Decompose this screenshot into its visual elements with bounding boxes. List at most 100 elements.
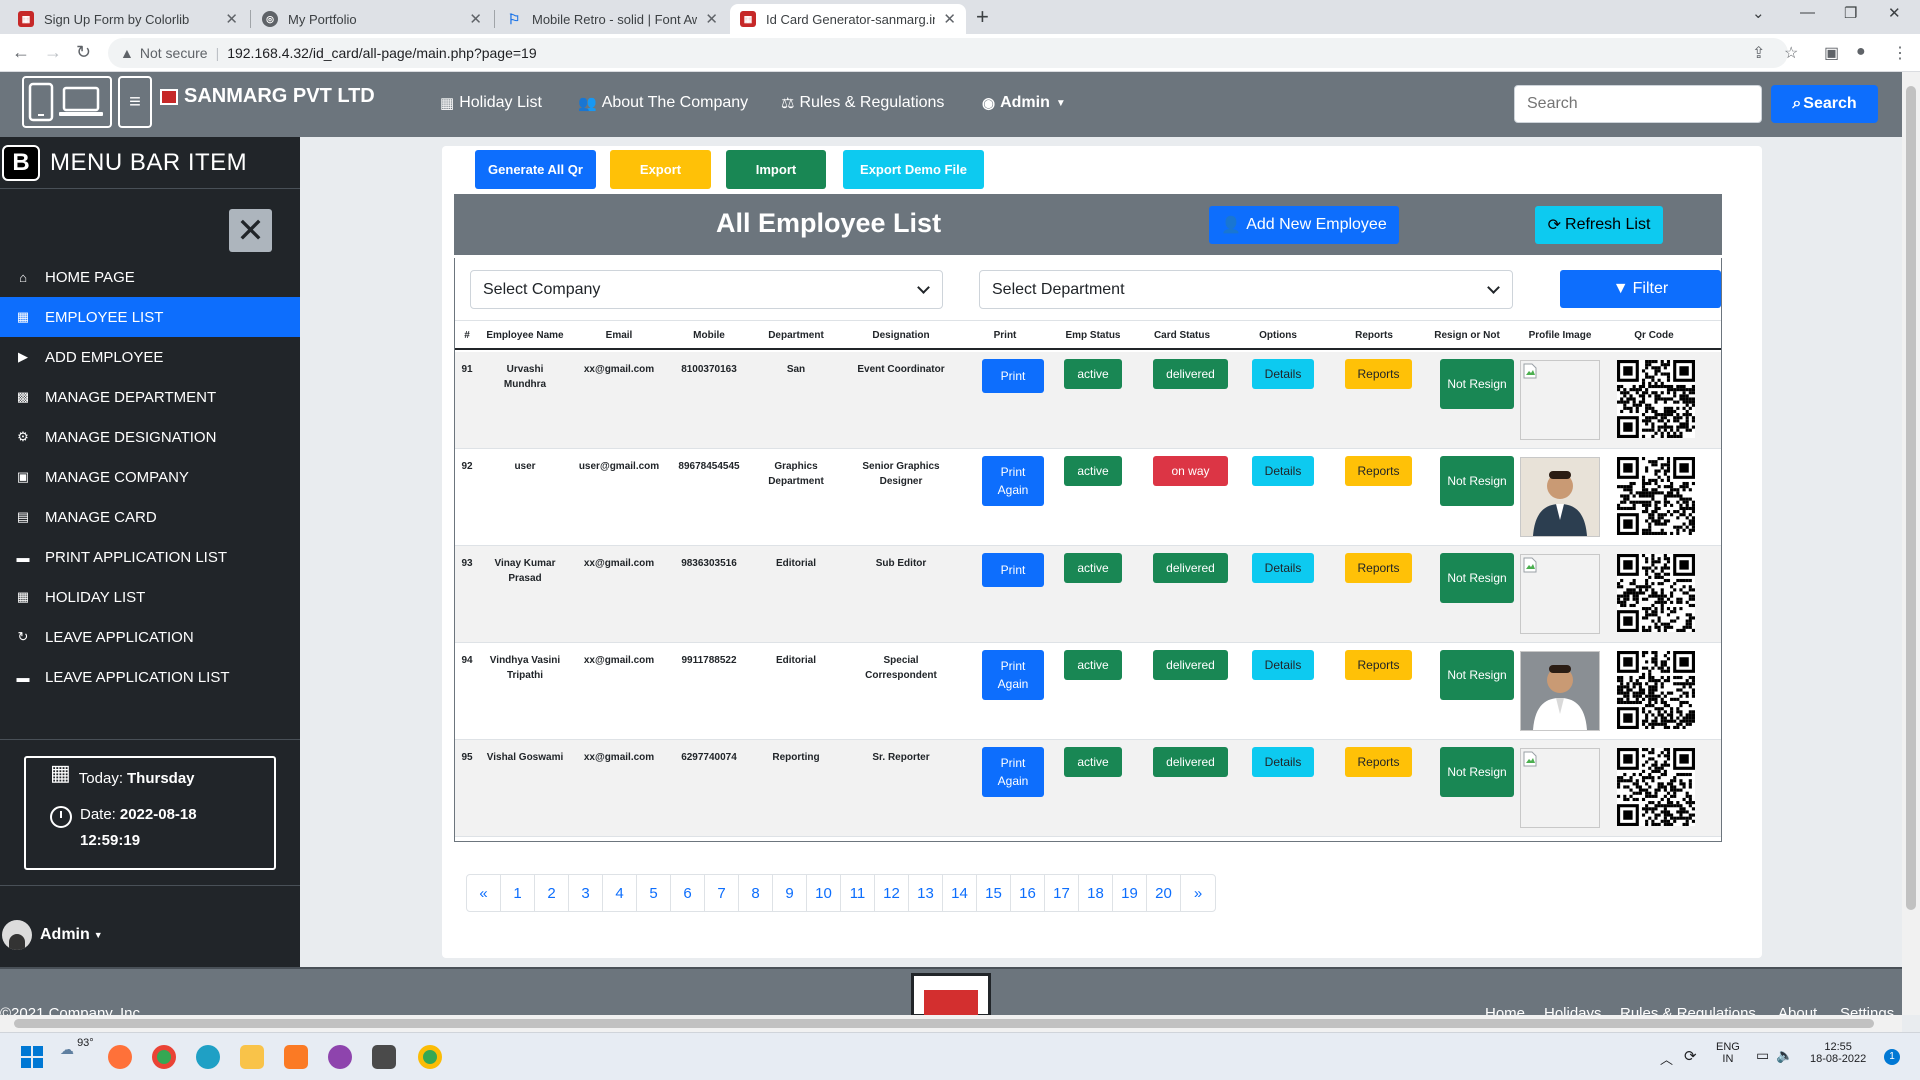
github-desktop-icon[interactable] [328, 1045, 352, 1069]
tab-id-card-generator[interactable]: ▦ Id Card Generator-sanmarg.in ✕ [730, 4, 966, 34]
details-button[interactable]: Details [1252, 650, 1314, 680]
nav-about-company[interactable]: 👥 About The Company [578, 94, 748, 112]
sidebar-item-employee-list[interactable]: ▦ EMPLOYEE LIST [0, 297, 300, 337]
tab-search-chevron-icon[interactable]: ⌄ [1752, 4, 1765, 22]
pagination-page[interactable]: 8 [739, 875, 773, 911]
import-button[interactable]: Import [726, 150, 826, 189]
close-window-icon[interactable]: ✕ [1888, 4, 1901, 22]
reports-button[interactable]: Reports [1345, 359, 1412, 389]
weather-widget[interactable]: ☁ 93° [60, 1037, 94, 1058]
pagination-page[interactable]: 7 [705, 875, 739, 911]
sidebar-item-home[interactable]: ⌂ HOME PAGE [0, 257, 300, 297]
details-button[interactable]: Details [1252, 456, 1314, 486]
sidebar-item-manage-designation[interactable]: ⚙ MANAGE DESIGNATION [0, 417, 300, 457]
vertical-scrollbar[interactable] [1902, 72, 1920, 1015]
resign-status-button[interactable]: Not Resign [1440, 553, 1514, 603]
pagination-page[interactable]: 6 [671, 875, 705, 911]
pagination-prev[interactable]: « [467, 875, 501, 911]
footer-link-holidays[interactable]: Holidays [1544, 1005, 1602, 1015]
new-tab-icon[interactable]: + [976, 4, 989, 30]
export-button[interactable]: Export [610, 150, 711, 189]
filter-button[interactable]: ▼ Filter [1560, 270, 1721, 308]
sidebar-item-leave-application-list[interactable]: ▬ LEAVE APPLICATION LIST [0, 657, 300, 697]
sidebar-item-add-employee[interactable]: ▶ ADD EMPLOYEE [0, 337, 300, 377]
sidebar-item-holiday-list[interactable]: ▦ HOLIDAY LIST [0, 577, 300, 617]
pagination-page[interactable]: 2 [535, 875, 569, 911]
tray-chevron-icon[interactable]: ︿ [1660, 1049, 1673, 1068]
footer-link-settings[interactable]: Settings [1840, 1005, 1894, 1015]
file-explorer-icon[interactable] [240, 1045, 264, 1069]
pagination-page[interactable]: 9 [773, 875, 807, 911]
nav-admin-dropdown[interactable]: ◉ Admin ▼ [982, 94, 1066, 112]
close-tab-icon[interactable]: ✕ [705, 10, 718, 28]
reports-button[interactable]: Reports [1345, 456, 1412, 486]
sidebar-close-button[interactable]: ✕ [229, 209, 272, 252]
hamburger-button[interactable]: ≡ [118, 76, 152, 128]
xampp-icon[interactable] [284, 1045, 308, 1069]
sidebar-item-print-application-list[interactable]: ▬ PRINT APPLICATION LIST [0, 537, 300, 577]
scrollbar-thumb[interactable] [14, 1019, 1874, 1028]
details-button[interactable]: Details [1252, 359, 1314, 389]
share-icon[interactable]: ⇪ [1752, 43, 1765, 63]
print-button[interactable]: Print Again [982, 747, 1044, 797]
sublime-text-icon[interactable] [372, 1045, 396, 1069]
print-button[interactable]: Print Again [982, 650, 1044, 700]
pagination-page[interactable]: 5 [637, 875, 671, 911]
tab-signup-form[interactable]: ▦ Sign Up Form by Colorlib ✕ [8, 4, 248, 34]
print-button[interactable]: Print [982, 553, 1044, 587]
close-tab-icon[interactable]: ✕ [225, 10, 238, 28]
details-button[interactable]: Details [1252, 747, 1314, 777]
export-demo-file-button[interactable]: Export Demo File [843, 150, 984, 189]
language-indicator[interactable]: ENG IN [1716, 1041, 1740, 1065]
resign-status-button[interactable]: Not Resign [1440, 456, 1514, 506]
scrollbar-thumb[interactable] [1906, 86, 1916, 910]
sidepanel-icon[interactable]: ▣ [1824, 43, 1839, 63]
tab-my-portfolio[interactable]: ◎ My Portfolio ✕ [252, 4, 492, 34]
clock[interactable]: 12:55 18-08-2022 [1810, 1041, 1866, 1065]
sidebar-item-manage-company[interactable]: ▣ MANAGE COMPANY [0, 457, 300, 497]
pagination-page[interactable]: 15 [977, 875, 1011, 911]
pagination-page[interactable]: 3 [569, 875, 603, 911]
horizontal-scrollbar[interactable] [0, 1015, 1902, 1032]
sidebar-item-manage-card[interactable]: ▤ MANAGE CARD [0, 497, 300, 537]
windows-start-icon[interactable] [20, 1045, 44, 1069]
chrome-icon[interactable] [152, 1045, 176, 1069]
chrome-active-icon[interactable] [418, 1045, 442, 1069]
menu-kebab-icon[interactable]: ⋮ [1892, 43, 1908, 63]
bookmark-star-icon[interactable]: ☆ [1784, 43, 1798, 63]
pagination-page[interactable]: 20 [1147, 875, 1181, 911]
pagination-page[interactable]: 17 [1045, 875, 1079, 911]
network-icon[interactable]: ▭ [1756, 1047, 1769, 1064]
notification-badge[interactable]: 1 [1884, 1049, 1900, 1065]
footer-link-rules[interactable]: Rules & Regulations [1620, 1005, 1756, 1015]
reload-icon[interactable]: ↻ [76, 42, 91, 63]
print-button[interactable]: Print Again [982, 456, 1044, 506]
pagination-page[interactable]: 4 [603, 875, 637, 911]
sidebar-item-leave-application[interactable]: ↻ LEAVE APPLICATION [0, 617, 300, 657]
pagination-page[interactable]: 13 [909, 875, 943, 911]
pagination-page[interactable]: 12 [875, 875, 909, 911]
add-new-employee-button[interactable]: 👤 Add New Employee [1209, 206, 1399, 244]
company-select[interactable]: Select Company [470, 270, 943, 309]
details-button[interactable]: Details [1252, 553, 1314, 583]
generate-all-qr-button[interactable]: Generate All Qr [475, 150, 596, 189]
profile-icon[interactable]: ● [1856, 43, 1866, 61]
footer-link-about[interactable]: About [1778, 1005, 1817, 1015]
pagination-page[interactable]: 16 [1011, 875, 1045, 911]
back-icon[interactable]: ← [12, 42, 30, 63]
search-input[interactable] [1514, 85, 1762, 123]
close-tab-icon[interactable]: ✕ [943, 10, 956, 28]
reports-button[interactable]: Reports [1345, 553, 1412, 583]
volume-icon[interactable]: 🔈 [1776, 1047, 1793, 1064]
sync-icon[interactable]: ⟳ [1684, 1047, 1697, 1065]
brand[interactable]: SANMARG PVT LTD [160, 85, 375, 108]
device-toggle[interactable] [22, 76, 112, 128]
maximize-icon[interactable]: ❐ [1844, 4, 1857, 22]
url-field[interactable]: ▲ Not secure | 192.168.4.32/id_card/all-… [108, 38, 1788, 68]
pagination-page[interactable]: 14 [943, 875, 977, 911]
resign-status-button[interactable]: Not Resign [1440, 359, 1514, 409]
close-tab-icon[interactable]: ✕ [469, 10, 482, 28]
pagination-page[interactable]: 19 [1113, 875, 1147, 911]
pagination-page[interactable]: 1 [501, 875, 535, 911]
reports-button[interactable]: Reports [1345, 747, 1412, 777]
